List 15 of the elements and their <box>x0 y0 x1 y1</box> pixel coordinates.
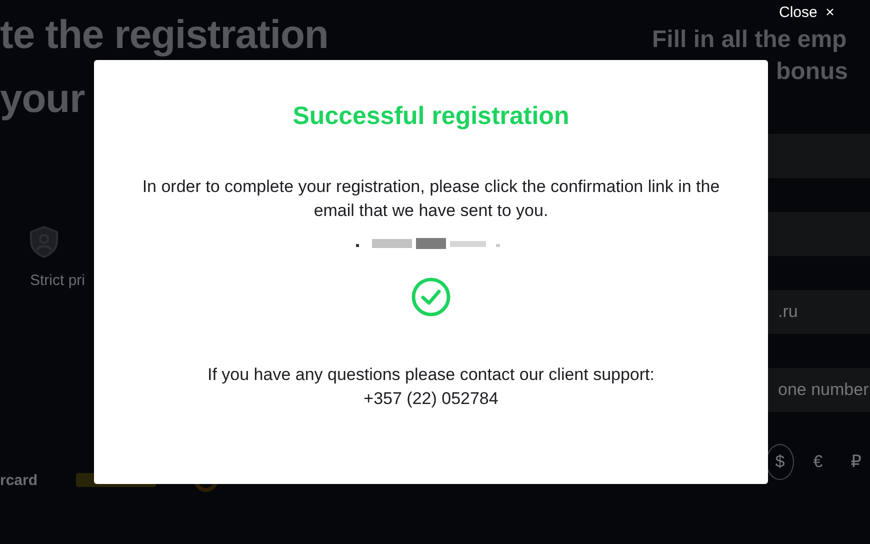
page-heading: te the registration <box>0 12 328 58</box>
confirmation-message: In order to complete your registration, please click the confirmation link in the email that we have sent to you. <box>141 176 721 222</box>
support-phone: +357 (22) 052784 <box>364 388 498 410</box>
payment-logo-text: rcard <box>0 472 38 488</box>
currency-option[interactable]: € <box>804 444 832 480</box>
currency-option[interactable]: ₽ <box>842 444 870 480</box>
modal-title: Successful registration <box>292 102 570 131</box>
support-text: If you have any questions please contact our client support: <box>208 364 654 386</box>
success-check-icon <box>411 277 451 317</box>
shield-user-icon <box>30 226 58 258</box>
feature-label: Strict pri <box>30 272 86 289</box>
form-heading: bonus <box>776 57 848 87</box>
close-button[interactable]: Close × <box>779 4 834 21</box>
form-heading: Fill in all the emp <box>652 25 847 55</box>
page-heading: your <box>0 76 85 122</box>
